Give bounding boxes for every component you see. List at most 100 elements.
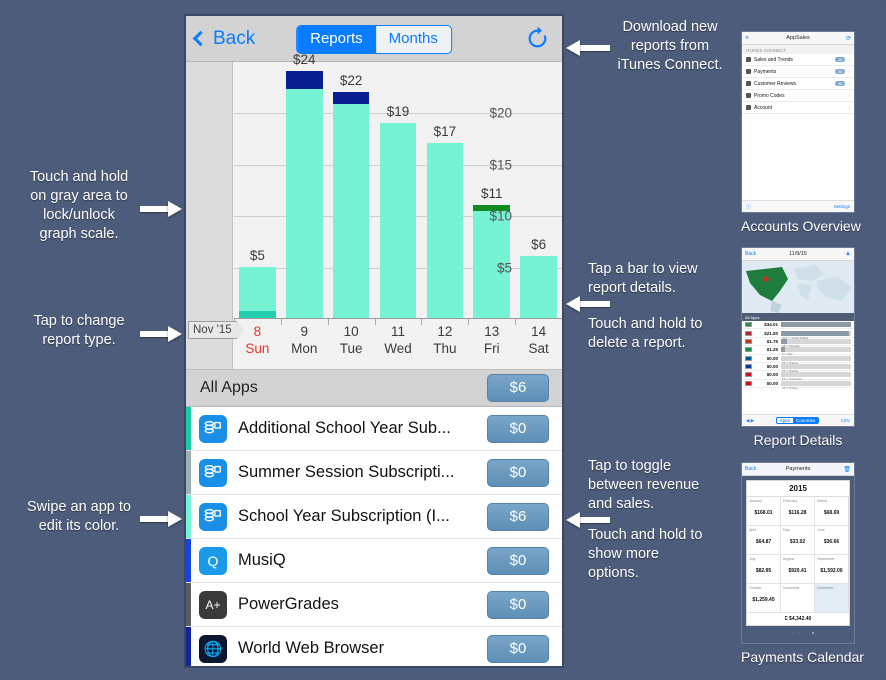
settings-link[interactable]: Settings <box>834 204 850 209</box>
thumbnail-report-details[interactable]: Back 11/9/15 ▲ All Apps $34.01 $21.00 372 … <box>741 247 855 448</box>
country-amount: $0.00 <box>766 355 778 361</box>
thumbnail-image-report[interactable]: Back 11/9/15 ▲ All Apps $34.01 $21.00 372 … <box>741 247 855 427</box>
app-amount-pill[interactable]: $0 <box>487 414 549 443</box>
app-color-strip[interactable] <box>186 451 191 494</box>
app-color-strip[interactable] <box>186 407 191 450</box>
country-bar <box>781 322 851 328</box>
chart-bar[interactable]: $24 <box>286 52 323 318</box>
app-list-row[interactable]: School Year Subscription (I... $6 <box>186 495 562 539</box>
country-flag-icon <box>745 380 752 386</box>
thumb-country-row[interactable]: $34.01 <box>742 321 854 330</box>
thumb-account-row[interactable]: Payments 28 › <box>742 66 854 78</box>
calendar-year: 2015 <box>747 481 849 497</box>
refresh-icon[interactable] <box>525 26 550 51</box>
calendar-month-cell[interactable]: November <box>781 584 815 613</box>
x-axis-day-name: Wed <box>384 341 412 356</box>
month-amount: $920.41 <box>788 568 807 574</box>
y-axis-tick-label: $5 <box>496 260 512 276</box>
page-dots: · · · · · ● <box>779 630 817 635</box>
chart-bar[interactable]: $19 <box>379 104 417 318</box>
list-header-all-apps[interactable]: All Apps $6 <box>186 370 562 407</box>
thumb-account-row[interactable]: Customer Reviews 48 › <box>742 78 854 90</box>
app-list-row[interactable]: Summer Session Subscripti... $0 <box>186 451 562 495</box>
list-header-amount-pill[interactable]: $6 <box>487 374 549 402</box>
month-name: November <box>783 586 800 590</box>
app-color-strip[interactable] <box>186 627 191 666</box>
x-axis-day-name: Sun <box>245 341 270 356</box>
chart-bar[interactable]: $17 <box>426 124 464 318</box>
toggle-apps[interactable]: Apps <box>777 418 793 423</box>
thumb-country-row[interactable]: $0.00 16 × Turkey <box>742 380 854 390</box>
calendar-month-cell[interactable]: July $82.95 <box>747 555 781 584</box>
thumbnail-payments-calendar[interactable]: Back Payments 🗑 2015 January $168.01 Febru… <box>741 462 864 665</box>
app-amount-pill[interactable]: $0 <box>487 458 549 487</box>
item-badge: 48 <box>834 81 846 86</box>
app-color-strip[interactable] <box>186 583 191 626</box>
refresh-icon: ⟳ <box>845 35 851 42</box>
calendar-month-cell[interactable]: February $116.28 <box>781 497 815 526</box>
calendar-month-cell[interactable]: December <box>815 584 849 613</box>
thumb-country-row[interactable]: $0.00 23 × Russia <box>742 363 854 373</box>
bar-value-label: $5 <box>249 247 265 263</box>
report-type-segmented-control[interactable]: Reports Months <box>296 25 452 54</box>
calendar-month-cell[interactable]: May $33.02 <box>781 526 815 555</box>
item-icon <box>746 69 751 74</box>
calendar-month-cell[interactable]: August $920.41 <box>781 555 815 584</box>
app-amount-pill[interactable]: $0 <box>487 634 549 663</box>
calendar-month-cell[interactable]: October $1,259.45 <box>747 584 781 613</box>
app-list-row[interactable]: 🌐 World Web Browser $0 <box>186 627 562 666</box>
back-button[interactable]: Back <box>192 28 255 50</box>
thumbnail-accounts-overview[interactable]: ✛ AppSales ⟳ ITUNES CONNECT Sales and Tr… <box>741 31 861 234</box>
x-axis-day-name: Fri <box>483 341 500 356</box>
chart-bar[interactable]: $5 <box>239 248 276 318</box>
apps-countries-toggle[interactable]: Apps Countries <box>775 417 820 424</box>
thumb-country-row[interactable]: $0.00 33 × France <box>742 355 854 365</box>
app-color-strip[interactable] <box>186 495 191 538</box>
arrow-to-refresh <box>566 40 610 56</box>
thumb-account-row[interactable]: Promo Codes › <box>742 90 854 102</box>
thumb-country-row[interactable]: $1.76 18 × Canada <box>742 338 854 348</box>
world-map-graphic <box>742 261 854 313</box>
trash-icon[interactable]: 🗑 <box>843 466 851 473</box>
thumb-account-row[interactable]: Account › <box>742 102 854 114</box>
csv-link[interactable]: CSV <box>841 418 850 423</box>
thumb-country-row[interactable]: $21.00 372 × United States <box>742 329 854 340</box>
reports-chart[interactable]: $5 $24 $22 $19 $17 $11 $6 8 Sun 9 Mon 10 Tue 11 Wed 12… <box>186 52 562 370</box>
chart-bar[interactable]: $22 <box>332 73 370 318</box>
app-amount-pill[interactable]: $6 <box>487 502 549 531</box>
chart-bar[interactable]: $6 <box>520 237 557 318</box>
prev-next-icons[interactable]: ◀ ▶ <box>746 418 754 424</box>
country-flag-icon <box>745 364 752 370</box>
thumb-country-row[interactable]: $1.25 2 × Italy <box>742 346 854 356</box>
app-list-row[interactable]: Additional School Year Sub... $0 <box>186 407 562 451</box>
thumbnail-image-accounts[interactable]: ✛ AppSales ⟳ ITUNES CONNECT Sales and Tr… <box>741 31 855 213</box>
segment-reports[interactable]: Reports <box>297 26 376 53</box>
app-list-row[interactable]: Q MusiQ $0 <box>186 539 562 583</box>
thumb-account-row[interactable]: Sales and Trends 10 › <box>742 54 854 66</box>
month-tag-button[interactable]: Nov '15 <box>188 321 245 339</box>
bar-segment-update <box>286 71 323 89</box>
chart-bars: $5 $24 $22 $19 $17 $11 $6 <box>234 52 562 318</box>
app-amount-pill[interactable]: $0 <box>487 590 549 619</box>
bar-segment-today <box>239 310 276 318</box>
subscription-icon <box>199 458 227 487</box>
app-color-strip[interactable] <box>186 539 191 582</box>
app-amount-pill[interactable]: $0 <box>487 546 549 575</box>
back-button[interactable]: Back <box>745 466 756 472</box>
calendar-month-cell[interactable]: September $1,592.06 <box>815 555 849 584</box>
app-list-row[interactable]: A+ PowerGrades $0 <box>186 583 562 627</box>
calendar-month-cell[interactable]: January $168.01 <box>747 497 781 526</box>
thumbnail-image-payments[interactable]: Back Payments 🗑 2015 January $168.01 Febru… <box>741 462 855 644</box>
back-button[interactable]: Back <box>745 251 756 257</box>
bar-segment-body <box>426 143 464 318</box>
calendar-month-cell[interactable]: March $68.69 <box>815 497 849 526</box>
calendar-month-cell[interactable]: April $64.87 <box>747 526 781 555</box>
thumb-nav-title: 11/9/15 <box>789 251 807 257</box>
calendar-month-cell[interactable]: June $36.66 <box>815 526 849 555</box>
country-flag-icon <box>745 330 752 336</box>
country-flag-icon <box>745 372 752 378</box>
y-axis-tick-label: $15 <box>489 157 512 173</box>
toggle-countries[interactable]: Countries <box>792 418 819 423</box>
thumb-country-row[interactable]: $0.00 16 × Indonesia <box>742 371 854 381</box>
segment-months[interactable]: Months <box>376 26 451 53</box>
